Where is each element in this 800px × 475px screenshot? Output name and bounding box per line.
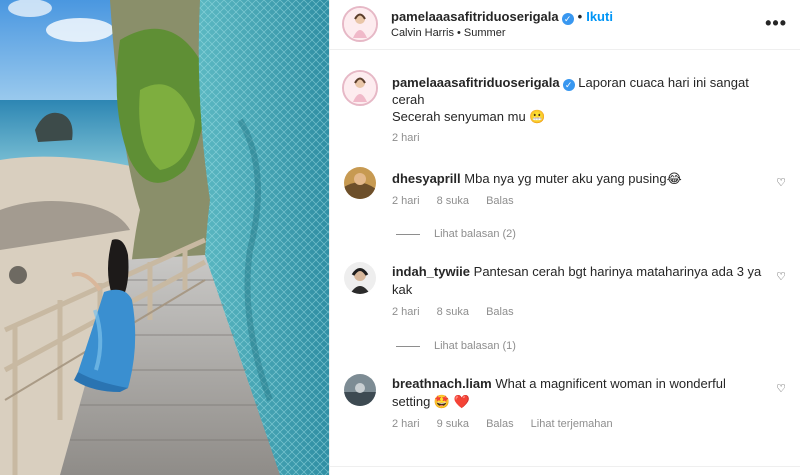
view-replies-label: Lihat balasan (1) <box>434 340 516 352</box>
verified-badge-icon: ✓ <box>562 79 575 91</box>
comment-meta: 2 hari 9 suka Balas Lihat terjemahan <box>392 418 627 430</box>
comment-username[interactable]: indah_tywiie <box>392 264 470 279</box>
comment-likes[interactable]: 8 suka <box>437 306 469 318</box>
view-replies-button[interactable]: Lihat balasan (2) <box>396 228 516 240</box>
action-bar <box>330 466 800 475</box>
avatar-illustration <box>344 167 376 199</box>
caption-meta: 2 hari <box>392 132 434 144</box>
comment-like-heart-icon[interactable]: ♡ <box>776 270 786 283</box>
post-photo <box>0 0 329 475</box>
comment-meta: 2 hari 8 suka Balas <box>392 306 528 318</box>
comment-like-heart-icon[interactable]: ♡ <box>776 176 786 189</box>
author-line: pamelaaasafitriduoserigala ✓ • Ikuti <box>391 9 613 25</box>
comment-time[interactable]: 2 hari <box>392 195 420 207</box>
reply-button[interactable]: Balas <box>486 306 514 318</box>
comment-body: indah_tywiie Pantesan cerah bgt harinya … <box>392 263 762 299</box>
view-replies-label: Lihat balasan (2) <box>434 228 516 240</box>
caption-author-avatar[interactable] <box>342 70 378 106</box>
comment-likes[interactable]: 8 suka <box>437 195 469 207</box>
view-replies-button[interactable]: Lihat balasan (1) <box>396 340 516 352</box>
comment-body: breathnach.liam What a magnificent woman… <box>392 375 762 411</box>
verified-badge-icon: ✓ <box>561 13 574 25</box>
audio-track[interactable]: Calvin Harris • Summer <box>391 27 505 39</box>
avatar-illustration <box>344 72 376 104</box>
comment-text: Mba nya yg muter aku yang pusing😂 <box>464 171 682 186</box>
comment-time[interactable]: 2 hari <box>392 306 420 318</box>
replies-divider <box>396 345 420 347</box>
avatar-illustration <box>344 8 376 40</box>
comment-username[interactable]: dhesyaprill <box>392 171 461 186</box>
comment-like-heart-icon[interactable]: ♡ <box>776 382 786 395</box>
avatar-illustration <box>344 262 376 294</box>
post-panel: pamelaaasafitriduoserigala ✓ • Ikuti Calvin… <box>329 0 800 475</box>
author-avatar[interactable] <box>342 6 378 42</box>
separator-dot: • <box>577 9 583 24</box>
comment-body: dhesyaprill Mba nya yg muter aku yang pu… <box>392 170 762 188</box>
translate-button[interactable]: Lihat terjemahan <box>531 418 613 430</box>
comment-avatar[interactable] <box>344 262 376 294</box>
caption-username[interactable]: pamelaaasafitriduoserigala <box>392 75 560 90</box>
author-username[interactable]: pamelaaasafitriduoserigala <box>391 9 559 24</box>
caption-time[interactable]: 2 hari <box>392 132 420 144</box>
more-options-icon[interactable]: ••• <box>765 13 787 34</box>
comment-avatar[interactable] <box>344 167 376 199</box>
comment-time[interactable]: 2 hari <box>392 418 420 430</box>
comment-avatar[interactable] <box>344 374 376 406</box>
comment-username[interactable]: breathnach.liam <box>392 376 492 391</box>
reply-button[interactable]: Balas <box>486 418 514 430</box>
replies-divider <box>396 233 420 235</box>
post-media[interactable] <box>0 0 329 475</box>
post-header: pamelaaasafitriduoserigala ✓ • Ikuti Calvin… <box>330 0 800 50</box>
follow-button[interactable]: Ikuti <box>586 9 613 24</box>
comment-likes[interactable]: 9 suka <box>437 418 469 430</box>
caption: pamelaaasafitriduoserigala ✓ Laporan cuac… <box>392 74 772 125</box>
caption-line-2: Secerah senyuman mu 😬 <box>392 109 546 124</box>
comment-meta: 2 hari 8 suka Balas <box>392 195 528 207</box>
avatar-illustration <box>344 374 376 406</box>
reply-button[interactable]: Balas <box>486 195 514 207</box>
